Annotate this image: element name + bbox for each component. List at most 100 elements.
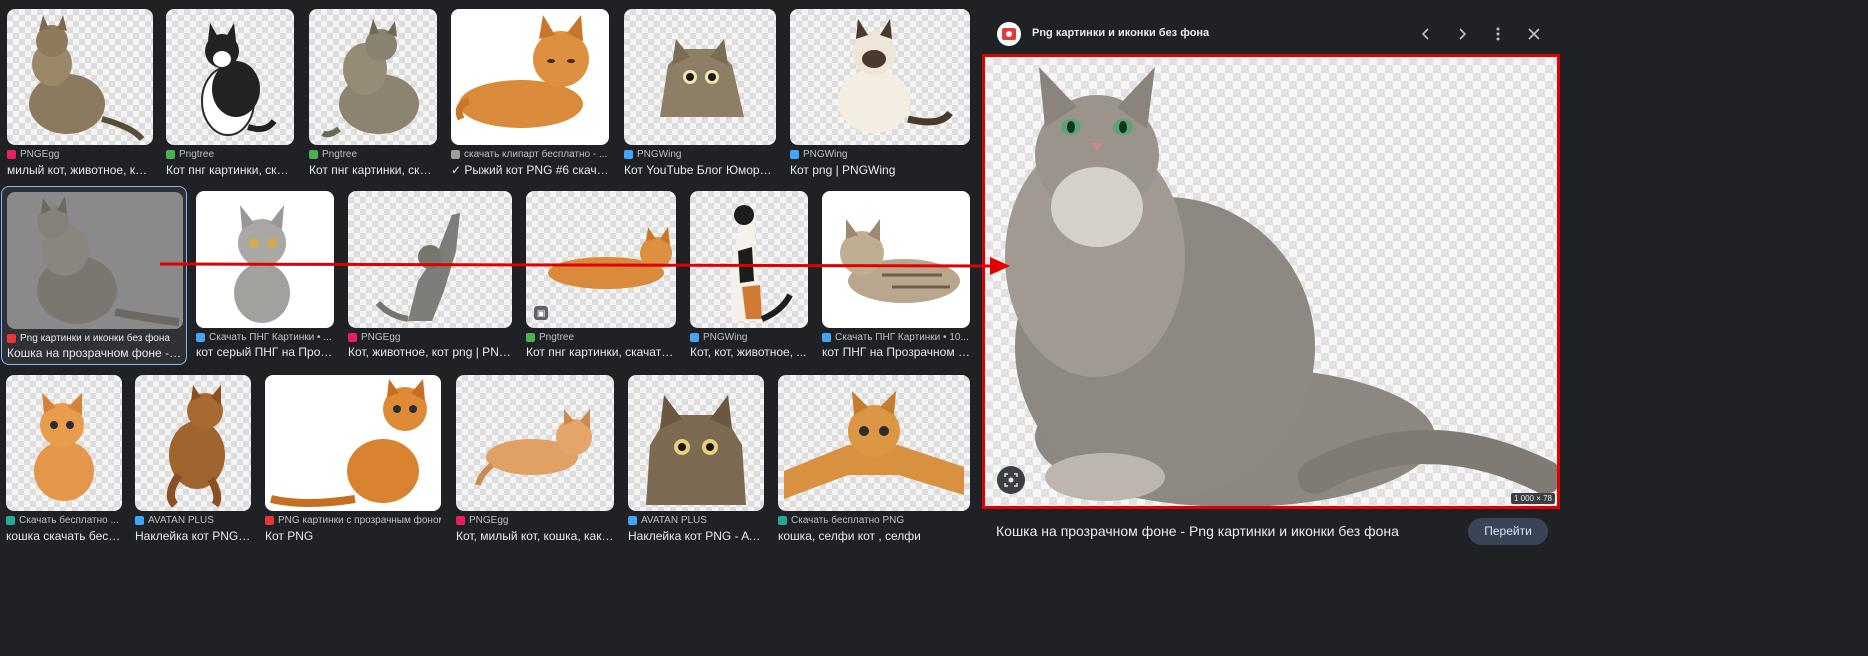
result-source-label: Скачать бесплатно PNG	[791, 515, 905, 526]
result-caption[interactable]: Наклейка кот PNG - AVA...	[628, 529, 764, 543]
result-caption[interactable]: Кот YouTube Блог Юмора Р...	[624, 163, 776, 177]
source-favicon-icon	[624, 150, 633, 159]
result-card[interactable]: скачать клипарт бесплатно - ... ✓ Рыжий …	[451, 9, 609, 177]
visit-button[interactable]: Перейти	[1468, 518, 1548, 545]
result-card[interactable]: PNGWing Кот png | PNGWing	[790, 9, 970, 177]
result-card[interactable]: Скачать ПНГ Картинки • 10... кот ПНГ на …	[822, 191, 970, 361]
image-badge-icon: ▣	[534, 306, 548, 320]
prev-button[interactable]	[1414, 22, 1438, 46]
source-favicon-icon	[348, 333, 357, 342]
result-thumbnail[interactable]	[790, 9, 970, 145]
result-card[interactable]: AVATAN PLUS Наклейка кот PNG - AVA...	[628, 375, 764, 545]
result-source-label: Скачать бесплатно ...	[19, 515, 119, 526]
result-source-label: PNG картинки с прозрачным фоном	[278, 515, 441, 526]
result-thumbnail[interactable]	[690, 191, 808, 328]
result-source: PNGWing	[624, 149, 776, 160]
result-thumbnail[interactable]	[265, 375, 441, 511]
image-results-grid: PNGEgg милый кот, животное, кот ... Pngt…	[0, 0, 980, 551]
result-thumbnail[interactable]	[166, 9, 294, 145]
source-favicon-icon	[690, 333, 699, 342]
result-caption[interactable]: Кот PNG	[265, 529, 441, 543]
result-caption[interactable]: Кот, милый кот, кошка, как м...	[456, 529, 614, 543]
result-caption[interactable]: Кот пнг картинки, скач...	[309, 163, 437, 177]
result-card[interactable]: ▣ Pngtree Кот пнг картинки, скачать ...	[526, 191, 676, 361]
result-caption[interactable]: кошка, селфи кот , селфи	[778, 529, 970, 543]
source-favicon-icon	[196, 333, 205, 342]
result-caption[interactable]: кот серый ПНГ на Прозр...	[196, 345, 334, 359]
result-card[interactable]: PNGEgg милый кот, животное, кот ...	[5, 9, 153, 177]
result-thumbnail[interactable]	[6, 375, 122, 511]
result-source: Pngtree	[166, 149, 294, 160]
result-thumbnail[interactable]	[456, 375, 614, 511]
result-card[interactable]: PNGWing Кот, кот, животное, ...	[690, 191, 808, 361]
next-button[interactable]	[1450, 22, 1474, 46]
result-source: Png картинки и иконки без фона	[7, 333, 183, 344]
result-caption[interactable]: ✓ Рыжий кот PNG #6 скачат...	[451, 163, 609, 177]
result-caption[interactable]: Кот пнг картинки, скач...	[166, 163, 294, 177]
result-caption[interactable]: Кот png | PNGWing	[790, 163, 970, 177]
result-source: PNGEgg	[7, 149, 153, 160]
result-card[interactable]: PNG картинки с прозрачным фоном Кот PNG	[265, 375, 441, 545]
source-favicon-icon	[451, 150, 460, 159]
result-thumbnail[interactable]	[196, 191, 334, 328]
lens-button[interactable]	[997, 466, 1025, 494]
result-thumbnail[interactable]	[451, 9, 609, 145]
result-source-label: Скачать ПНГ Картинки • ...	[209, 332, 332, 343]
result-card[interactable]: PNGEgg Кот, милый кот, кошка, как м...	[456, 375, 614, 545]
result-source-label: скачать клипарт бесплатно - ...	[464, 149, 608, 160]
result-card[interactable]: Pngtree Кот пнг картинки, скач...	[309, 9, 437, 177]
source-favicon-icon	[790, 150, 799, 159]
close-button[interactable]	[1522, 22, 1546, 46]
result-card[interactable]: AVATAN PLUS Наклейка кот PNG -...	[135, 375, 251, 545]
result-thumbnail[interactable]	[7, 9, 153, 145]
result-source: Pngtree	[309, 149, 437, 160]
result-source: PNG картинки с прозрачным фоном	[265, 515, 441, 526]
source-favicon-icon	[6, 516, 15, 525]
result-thumbnail[interactable]	[822, 191, 970, 328]
preview-panel: Png картинки и иконки без фона 1 000 × 7…	[980, 14, 1568, 551]
result-source: PNGEgg	[348, 332, 512, 343]
preview-caption[interactable]: Кошка на прозрачном фоне - Png картинки …	[996, 523, 1399, 539]
source-favicon-icon	[7, 334, 16, 343]
preview-site-name[interactable]: Png картинки и иконки без фона	[1032, 27, 1209, 39]
more-options-button[interactable]	[1486, 22, 1510, 46]
result-thumbnail[interactable]	[628, 375, 764, 511]
result-source-label: PNGWing	[803, 149, 848, 160]
result-source-label: PNGEgg	[20, 149, 60, 160]
result-caption[interactable]: кошка скачать бесп...	[6, 529, 122, 543]
result-source-label: Pngtree	[179, 149, 215, 160]
result-caption[interactable]: Кот пнг картинки, скачать ...	[526, 345, 676, 359]
result-source: PNGEgg	[456, 515, 614, 526]
preview-image[interactable]	[985, 57, 1557, 506]
result-card[interactable]: Pngtree Кот пнг картинки, скач...	[166, 9, 294, 177]
result-source: Pngtree	[526, 332, 676, 343]
result-caption[interactable]: Кошка на прозрачном фоне - Р...	[7, 346, 183, 360]
result-card[interactable]: Скачать бесплатно ... кошка скачать бесп…	[6, 375, 122, 545]
result-source-label: AVATAN PLUS	[641, 515, 707, 526]
result-caption[interactable]: Кот, животное, кот png | PNG...	[348, 345, 512, 359]
result-card[interactable]: Скачать бесплатно PNG кошка, селфи кот ,…	[778, 375, 970, 545]
result-thumbnail[interactable]	[348, 191, 512, 328]
result-thumbnail[interactable]	[7, 192, 183, 329]
result-card[interactable]: Скачать ПНГ Картинки • ... кот серый ПНГ…	[196, 191, 334, 361]
result-caption[interactable]: Кот, кот, животное, ...	[690, 345, 808, 359]
chevron-left-icon	[1421, 28, 1429, 40]
result-thumbnail[interactable]	[309, 9, 437, 145]
result-thumbnail[interactable]	[778, 375, 970, 511]
result-card-selected[interactable]: Png картинки и иконки без фона Кошка на …	[1, 186, 187, 365]
result-thumbnail[interactable]: ▣	[526, 191, 676, 328]
preview-image-frame: 1 000 × 78	[982, 54, 1560, 509]
result-caption[interactable]: милый кот, животное, кот ...	[7, 163, 153, 177]
result-source-label: PNGWing	[637, 149, 682, 160]
result-caption[interactable]: Наклейка кот PNG -...	[135, 529, 251, 543]
source-favicon-icon	[628, 516, 637, 525]
result-card[interactable]: PNGEgg Кот, животное, кот png | PNG...	[348, 191, 512, 361]
result-thumbnail[interactable]	[135, 375, 251, 511]
result-caption[interactable]: кот ПНГ на Прозрачном Ф...	[822, 345, 970, 359]
source-favicon-icon	[822, 333, 831, 342]
result-thumbnail[interactable]	[624, 9, 776, 145]
result-card[interactable]: PNGWing Кот YouTube Блог Юмора Р...	[624, 9, 776, 177]
site-logo-icon[interactable]	[997, 22, 1021, 46]
result-source-label: PNGEgg	[469, 515, 509, 526]
result-source-label: PNGEgg	[361, 332, 401, 343]
